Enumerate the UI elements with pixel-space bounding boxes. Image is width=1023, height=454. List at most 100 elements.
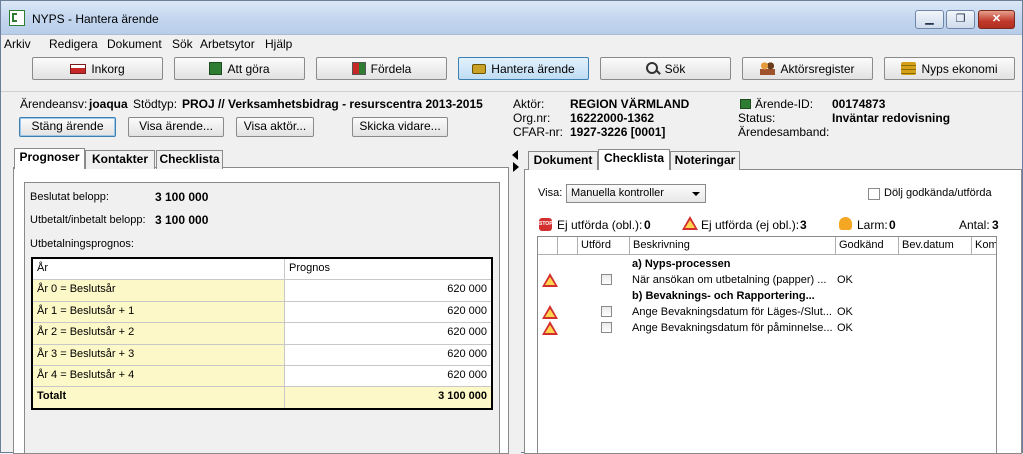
cfar-value: 1927-3226 [0001] — [570, 125, 666, 139]
ej-ejobl-label: Ej utförda (ej obl.): — [701, 218, 800, 232]
cfar-label: CFAR-nr: — [513, 125, 564, 139]
ekonomi-label: Nyps ekonomi — [921, 61, 998, 76]
warning-icon — [542, 321, 558, 335]
sok-button[interactable]: Sök — [600, 57, 731, 80]
visa-select-value: Manuella kontroller — [571, 187, 664, 199]
tab-dokument[interactable]: Dokument — [528, 151, 598, 170]
ej-obl-label: Ej utförda (obl.): — [557, 218, 643, 232]
menu-bar: Arkiv Redigera Dokument Sök Arbetsytor H… — [1, 35, 1022, 53]
minimize-button[interactable]: ▁ — [915, 10, 944, 29]
row-year-cell: År 2 = Beslutsår + 2 — [33, 323, 285, 344]
collapse-left-icon[interactable] — [512, 150, 518, 160]
visa-select[interactable]: Manuella kontroller — [566, 184, 706, 203]
row-prognos-cell[interactable]: 620 000 — [285, 366, 491, 386]
utbetalt-label: Utbetalt/inbetalt belopp: — [30, 214, 146, 226]
close-button[interactable]: ✕ — [978, 10, 1015, 29]
tab-checklista-right[interactable]: Checklista — [598, 149, 670, 170]
table-row[interactable]: År 0 = Beslutsår 620 000 — [33, 280, 491, 302]
column-header-blank[interactable] — [558, 237, 578, 254]
total-value-cell: 3 100 000 — [285, 387, 491, 408]
pane-splitter[interactable] — [509, 148, 521, 454]
column-header-kom[interactable]: Kom — [972, 237, 996, 254]
column-header-bevdatum[interactable]: Bev.datum — [899, 237, 972, 254]
beslutat-value: 3 100 000 — [155, 190, 209, 204]
arendeansv-value: joaqua — [89, 97, 128, 111]
att-gora-label: Att göra — [227, 61, 270, 76]
hantera-arende-button[interactable]: Hantera ärende — [458, 57, 589, 80]
inkorg-button[interactable]: Inkorg — [32, 57, 163, 80]
fordela-button[interactable]: Fördela — [316, 57, 447, 80]
column-header-status[interactable] — [538, 237, 558, 254]
menu-sok[interactable]: Sök — [172, 37, 193, 51]
list-item[interactable]: Ange Bevakningsdatum för Läges-/Slut... … — [538, 304, 996, 320]
stodtyp-value: PROJ // Verksamhetsbidrag - resurscentra… — [182, 97, 483, 111]
stop-icon: STOP — [539, 218, 553, 231]
column-header-prognos[interactable]: Prognos — [285, 259, 491, 280]
table-row[interactable]: År 1 = Beslutsår + 1 620 000 — [33, 301, 491, 324]
menu-redigera[interactable]: Redigera — [49, 37, 98, 51]
column-header-godkand[interactable]: Godkänd — [836, 237, 899, 254]
row-prognos-cell[interactable]: 620 000 — [285, 345, 491, 365]
menu-hjalp[interactable]: Hjälp — [265, 37, 292, 51]
utbetalt-value: 3 100 000 — [155, 213, 209, 227]
orgnr-value: 16222000-1362 — [570, 111, 655, 125]
list-item: b) Bevaknings- och Rapportering... — [538, 288, 996, 304]
column-header-beskrivning[interactable]: Beskrivning — [630, 237, 836, 254]
item-description: Ange Bevakningsdatum för Läges-/Slut... — [632, 306, 832, 318]
todo-icon — [209, 62, 223, 75]
skicka-vidare-button[interactable]: Skicka vidare... — [352, 117, 448, 137]
column-header-utford[interactable]: Utförd — [578, 237, 630, 254]
utford-checkbox[interactable] — [601, 322, 612, 333]
item-description: Ange Bevakningsdatum för påminnelse... — [632, 322, 833, 334]
dolj-checkbox[interactable] — [868, 188, 880, 200]
row-year-cell: År 0 = Beslutsår — [33, 280, 285, 301]
nyps-ekonomi-button[interactable]: Nyps ekonomi — [884, 57, 1015, 80]
utford-checkbox[interactable] — [601, 274, 612, 285]
stang-arende-button[interactable]: Stäng ärende — [19, 117, 116, 137]
row-year-cell: År 4 = Beslutsår + 4 — [33, 365, 285, 387]
row-prognos-cell[interactable]: 620 000 — [285, 302, 491, 322]
arende-id-label: Ärende-ID: — [755, 97, 814, 111]
aktorsregister-button[interactable]: Aktörsregister — [742, 57, 873, 80]
status-label: Status: — [738, 111, 776, 125]
list-item[interactable]: Ange Bevakningsdatum för påminnelse... O… — [538, 320, 996, 336]
tab-prognoser[interactable]: Prognoser — [14, 148, 85, 169]
checklist-header-row: Utförd Beskrivning Godkänd Bev.datum Kom — [538, 237, 996, 255]
visa-aktor-button[interactable]: Visa aktör... — [236, 117, 314, 137]
item-description: När ansökan om utbetalning (papper) ... — [632, 274, 827, 286]
column-header-ar[interactable]: År — [33, 259, 285, 280]
list-item[interactable]: När ansökan om utbetalning (papper) ... … — [538, 272, 996, 288]
dolj-label: Dölj godkända/utförda — [884, 187, 992, 199]
tab-kontakter[interactable]: Kontakter — [85, 150, 155, 169]
folder-icon — [472, 63, 487, 74]
fordela-label: Fördela — [370, 61, 412, 76]
row-prognos-cell[interactable]: 620 000 — [285, 280, 491, 300]
arendeansv-label: Ärendeansv: — [20, 97, 88, 111]
tab-checklista-left[interactable]: Checklista — [156, 150, 223, 169]
menu-arbetsytor[interactable]: Arbetsytor — [200, 37, 255, 51]
aktorsregister-label: Aktörsregister — [780, 61, 855, 76]
ej-ejobl-value: 3 — [800, 218, 807, 232]
table-row[interactable]: År 3 = Beslutsår + 3 620 000 — [33, 344, 491, 366]
table-row[interactable]: År 2 = Beslutsår + 2 620 000 — [33, 323, 491, 345]
row-prognos-cell[interactable]: 620 000 — [285, 323, 491, 343]
utford-checkbox[interactable] — [601, 306, 612, 317]
expand-right-icon[interactable] — [513, 162, 519, 172]
visa-arende-button[interactable]: Visa ärende... — [128, 117, 224, 137]
menu-dokument[interactable]: Dokument — [107, 37, 162, 51]
item-godkand: OK — [837, 274, 853, 286]
maximize-button[interactable]: ❐ — [946, 10, 975, 29]
nyps-logo-icon — [9, 10, 25, 26]
table-row[interactable]: År 4 = Beslutsår + 4 620 000 — [33, 365, 491, 388]
bell-icon — [839, 217, 852, 230]
aktor-value: REGION VÄRMLAND — [570, 97, 690, 111]
aktor-label: Aktör: — [513, 97, 545, 111]
menu-arkiv[interactable]: Arkiv — [4, 37, 31, 51]
group-heading: a) Nyps-processen — [632, 258, 731, 270]
total-label-cell: Totalt — [33, 387, 285, 408]
people-icon — [760, 62, 776, 75]
antal-value: 3 — [992, 218, 999, 232]
tab-noteringar[interactable]: Noteringar — [670, 151, 740, 170]
att-gora-button[interactable]: Att göra — [174, 57, 305, 80]
warning-icon — [682, 216, 698, 230]
